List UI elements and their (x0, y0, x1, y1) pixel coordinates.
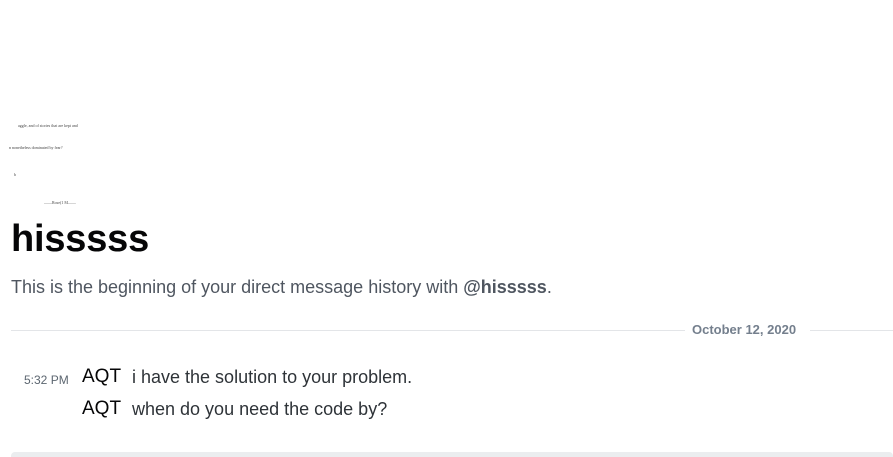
dm-channel: aggle, and of stories that are kept and … (0, 0, 893, 457)
intro-suffix: . (546, 277, 552, 297)
message-author[interactable]: AQT (82, 398, 121, 420)
date-divider-line (11, 330, 685, 331)
message-timestamp[interactable]: 5:32 PM (24, 373, 69, 387)
date-divider-label: October 12, 2020 (692, 322, 797, 337)
user-mention[interactable]: @hisssss (463, 277, 547, 297)
date-divider-line (810, 330, 893, 331)
avatar-text-line: n nonetheless dominated by fear? (9, 145, 63, 150)
avatar: aggle, and of stories that are kept and … (0, 110, 110, 210)
message-content: when do you need the code by? (132, 399, 388, 419)
message-content: i have the solution to your problem. (132, 367, 413, 387)
avatar-text-line: ——Rose(1 M—— (44, 200, 76, 205)
message-author[interactable]: AQT (82, 366, 121, 388)
avatar-text-line: b (14, 172, 16, 177)
intro-prefix: This is the beginning of your direct mes… (11, 277, 464, 297)
avatar-text-line: aggle, and of stories that are kept and (18, 123, 78, 128)
message[interactable]: AQT when do you need the code by? (0, 398, 893, 424)
message-composer[interactable] (11, 452, 893, 457)
dm-intro-text: This is the beginning of your direct mes… (11, 277, 552, 298)
page-title: hisssss (11, 218, 150, 260)
message[interactable]: 5:32 PM AQT i have the solution to your … (0, 366, 893, 392)
